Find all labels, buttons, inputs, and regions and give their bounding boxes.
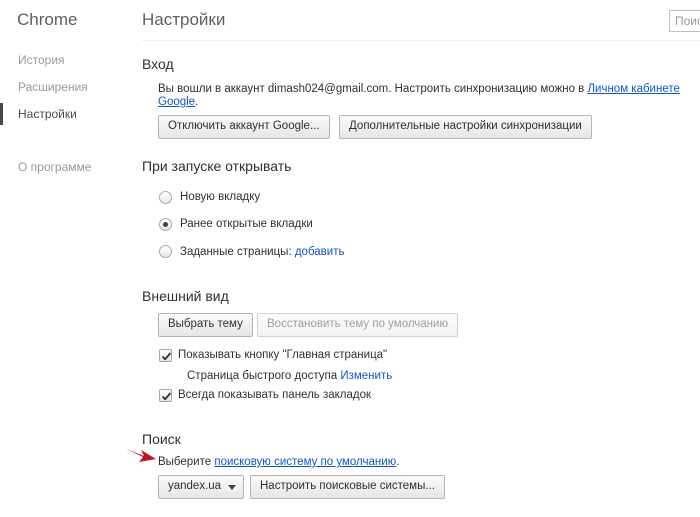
- page-title: Настройки: [142, 10, 226, 29]
- search-input[interactable]: Поиск: [669, 10, 700, 32]
- startup-section-title: При запуске открывать: [142, 158, 292, 174]
- sidebar-item-history[interactable]: История: [18, 53, 65, 67]
- sidebar-item-extensions[interactable]: Расширения: [18, 80, 88, 94]
- signin-text: Вы вошли в аккаунт dimash024@gmail.com. …: [158, 83, 588, 95]
- search-engine-description: Выберите поисковую систему по умолчанию.: [158, 456, 400, 468]
- signin-description-line2: Google.: [158, 96, 198, 108]
- sidebar: Chrome История Расширения Настройки О пр…: [0, 0, 120, 517]
- startup-radio-previous-tabs[interactable]: [159, 218, 172, 231]
- show-bookmarks-label: Всегда показывать панель закладок: [178, 389, 372, 401]
- show-home-button-checkbox[interactable]: [159, 349, 172, 362]
- header-divider: [142, 40, 700, 41]
- sidebar-item-settings[interactable]: Настройки: [18, 107, 77, 121]
- checkmark-icon: [161, 352, 172, 361]
- startup-option-label: Заданные страницы:: [180, 246, 292, 258]
- appearance-section-title: Внешний вид: [142, 288, 229, 304]
- account-link-google[interactable]: Google: [158, 96, 195, 108]
- show-bookmarks-checkbox[interactable]: [159, 389, 172, 402]
- account-link[interactable]: Личном кабинете: [587, 83, 679, 95]
- signin-description: Вы вошли в аккаунт dimash024@gmail.com. …: [158, 83, 680, 95]
- signin-section-title: Вход: [142, 56, 174, 72]
- app-title: Chrome: [17, 10, 78, 29]
- sidebar-item-about[interactable]: О программе: [18, 160, 91, 174]
- search-engine-value: yandex.ua: [168, 480, 222, 492]
- startup-option-label-pages: Заданные страницы: добавить: [180, 246, 344, 258]
- sync-settings-button[interactable]: Дополнительные настройки синхронизации: [339, 115, 592, 139]
- change-homepage-link[interactable]: Изменить: [340, 370, 392, 382]
- quick-access-row: Страница быстрого доступа Изменить: [187, 370, 392, 382]
- active-indicator: [0, 103, 3, 125]
- search-section-title: Поиск: [142, 431, 181, 447]
- checkmark-icon: [161, 392, 172, 401]
- choose-theme-button[interactable]: Выбрать тему: [158, 313, 253, 337]
- startup-option-label: Новую вкладку: [180, 191, 261, 203]
- manage-search-engines-button[interactable]: Настроить поисковые системы...: [250, 475, 445, 499]
- search-engine-select[interactable]: yandex.ua: [158, 475, 244, 499]
- startup-radio-new-tab[interactable]: [159, 191, 172, 204]
- disconnect-account-button[interactable]: Отключить аккаунт Google...: [158, 115, 330, 139]
- startup-option-label: Ранее открытые вкладки: [180, 218, 313, 230]
- default-search-engine-link[interactable]: поисковую систему по умолчанию: [214, 456, 396, 468]
- red-arrow-icon: [126, 449, 156, 462]
- chevron-down-icon: [228, 485, 236, 490]
- search-text: Выберите: [158, 456, 215, 468]
- quick-access-label: Страница быстрого доступа: [187, 370, 338, 382]
- search-text-end: .: [396, 456, 400, 468]
- add-pages-link[interactable]: добавить: [295, 246, 345, 258]
- show-home-button-label: Показывать кнопку "Главная страница": [178, 349, 388, 361]
- reset-theme-button[interactable]: Восстановить тему по умолчанию: [257, 313, 459, 337]
- radio-selected-dot: [163, 222, 168, 227]
- startup-radio-pages[interactable]: [159, 245, 172, 258]
- signin-text-end: .: [195, 96, 199, 108]
